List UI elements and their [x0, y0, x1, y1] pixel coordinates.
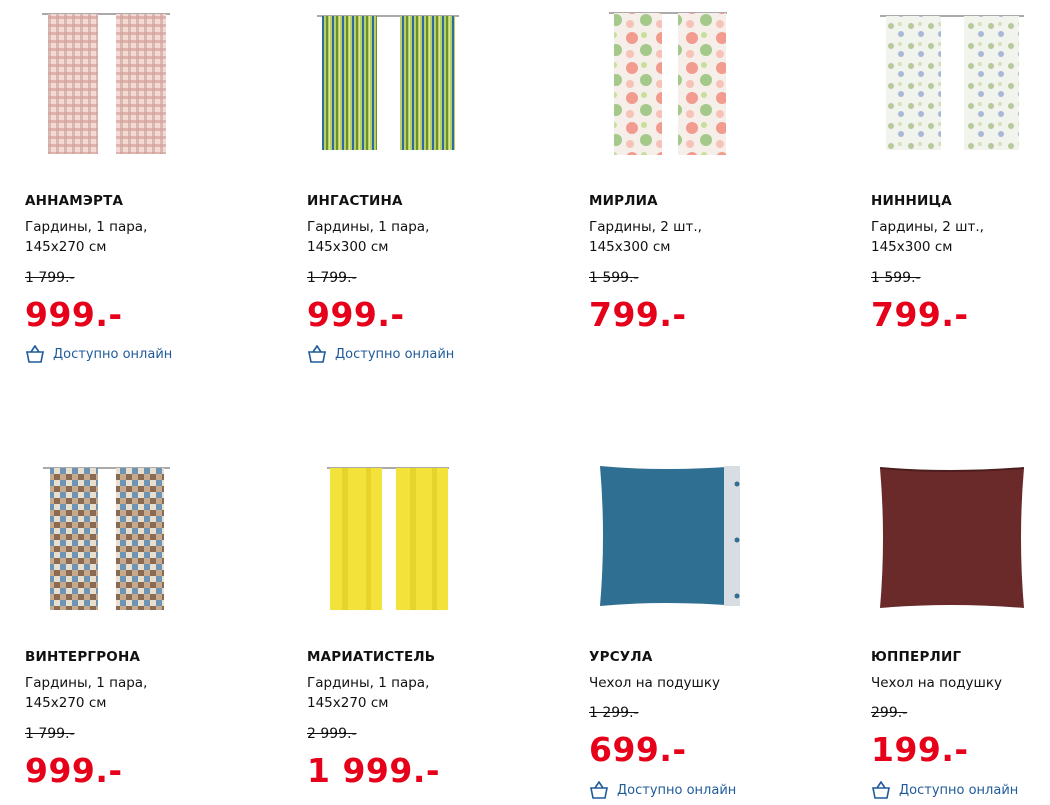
availability-link[interactable]: Доступно онлайн	[307, 344, 454, 364]
sale-price: 999.-	[25, 295, 123, 334]
basket-icon	[872, 781, 890, 799]
product-name[interactable]: ВИНТЕРГРОНА	[25, 649, 140, 665]
sale-price: 699.-	[589, 730, 687, 769]
product-description-line1: Гардины, 1 пара,	[307, 675, 430, 691]
old-price: 1 599.-	[871, 270, 921, 286]
old-price: 1 299.-	[589, 705, 639, 721]
old-price: 2 999.-	[307, 726, 357, 742]
availability-link[interactable]: Доступно онлайн	[871, 780, 1018, 800]
product-image[interactable]	[846, 456, 1050, 621]
product-image[interactable]	[282, 0, 542, 165]
product-card-mariatistel[interactable]: МАРИАТИСТЕЛЬ Гардины, 1 пара, 145x270 см…	[282, 456, 542, 805]
basket-icon	[308, 345, 326, 363]
product-name[interactable]: МАРИАТИСТЕЛЬ	[307, 649, 435, 665]
curtain-image	[317, 15, 459, 150]
product-card-yupperlig[interactable]: ЮППЕРЛИГ Чехол на подушку 299.- 199.- До…	[846, 456, 1050, 805]
product-image[interactable]	[0, 456, 260, 621]
sale-price: 799.-	[871, 295, 969, 334]
product-description-line2: 145x270 см	[25, 695, 107, 711]
availability-link[interactable]: Доступно онлайн	[589, 780, 736, 800]
product-card-vintergrona[interactable]: ВИНТЕРГРОНА Гардины, 1 пара, 145x270 см …	[0, 456, 260, 805]
sale-price: 799.-	[589, 295, 687, 334]
product-description-line1: Гардины, 2 шт.,	[871, 219, 984, 235]
product-image[interactable]	[846, 0, 1050, 165]
product-image[interactable]	[564, 0, 824, 165]
product-description-line2: 145x270 см	[307, 695, 389, 711]
product-image[interactable]	[0, 0, 260, 165]
basket-icon	[590, 781, 608, 799]
cushion-image	[600, 466, 740, 606]
basket-icon	[26, 345, 44, 363]
old-price: 1 799.-	[307, 270, 357, 286]
product-description-line1: Гардины, 1 пара,	[307, 219, 430, 235]
product-description: Чехол на подушку	[589, 675, 721, 691]
product-image[interactable]	[282, 456, 542, 621]
product-card-annamerta[interactable]: АННАМЭРТА Гардины, 1 пара, 145x270 см 1 …	[0, 0, 260, 380]
product-description-line1: Гардины, 1 пара,	[25, 675, 148, 691]
product-name[interactable]: ЮППЕРЛИГ	[871, 649, 961, 665]
product-name[interactable]: НИННИЦА	[871, 193, 952, 209]
old-price: 1 799.-	[25, 726, 75, 742]
curtain-image	[43, 467, 170, 610]
product-description-line1: Гардины, 2 шт.,	[589, 219, 702, 235]
old-price: 1 799.-	[25, 270, 75, 286]
sale-price: 199.-	[871, 730, 969, 769]
sale-price: 999.-	[307, 295, 405, 334]
availability-text[interactable]: Доступно онлайн	[53, 347, 172, 362]
sale-price: 999.-	[25, 751, 123, 790]
product-description-line2: 145x300 см	[871, 239, 953, 255]
availability-link[interactable]: Доступно онлайн	[25, 344, 172, 364]
availability-text[interactable]: Доступно онлайн	[335, 347, 454, 362]
cushion-image	[879, 467, 1025, 608]
availability-text[interactable]: Доступно онлайн	[617, 783, 736, 798]
curtain-image	[327, 467, 449, 610]
product-card-ingastina[interactable]: ИНГАСТИНА Гардины, 1 пара, 145x300 см 1 …	[282, 0, 542, 380]
old-price: 299.-	[871, 705, 908, 721]
product-description-line2: 145x300 см	[307, 239, 389, 255]
product-image[interactable]	[564, 456, 824, 621]
product-name[interactable]: МИРЛИА	[589, 193, 658, 209]
sale-price: 1 999.-	[307, 751, 441, 790]
product-description-line1: Гардины, 1 пара,	[25, 219, 148, 235]
product-description: Чехол на подушку	[871, 675, 1003, 691]
product-card-ninnitsa[interactable]: НИННИЦА Гардины, 2 шт., 145x300 см 1 599…	[846, 0, 1050, 380]
product-name[interactable]: УРСУЛА	[589, 649, 652, 665]
product-card-mirlia[interactable]: МИРЛИА Гардины, 2 шт., 145x300 см 1 599.…	[564, 0, 824, 380]
product-name[interactable]: ИНГАСТИНА	[307, 193, 403, 209]
curtain-image	[880, 15, 1024, 150]
old-price: 1 599.-	[589, 270, 639, 286]
product-name[interactable]: АННАМЭРТА	[25, 193, 123, 209]
availability-text[interactable]: Доступно онлайн	[899, 783, 1018, 798]
product-description-line2: 145x300 см	[589, 239, 671, 255]
curtain-image	[609, 12, 727, 155]
product-description-line2: 145x270 см	[25, 239, 107, 255]
product-grid: АННАМЭРТА Гардины, 1 пара, 145x270 см 1 …	[0, 0, 1050, 805]
product-card-ursula[interactable]: УРСУЛА Чехол на подушку 1 299.- 699.- До…	[564, 456, 824, 805]
curtain-image	[42, 13, 170, 154]
